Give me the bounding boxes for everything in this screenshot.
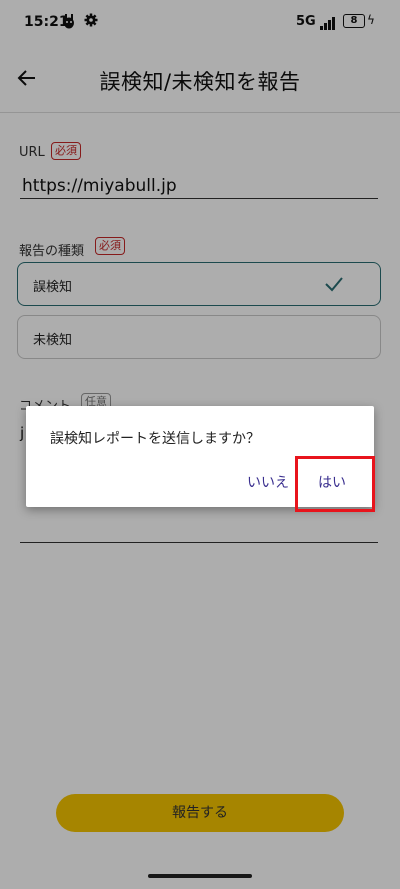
app-screen: 15:21 5G 8 ϟ 誤検知/未検知を報告 URL 必須 https://m… [0,0,400,889]
dialog-message: 誤検知レポートを送信しますか？ [50,431,260,447]
dialog-cancel-button[interactable]: いいえ [247,472,289,492]
confirm-highlight-box [295,456,375,512]
